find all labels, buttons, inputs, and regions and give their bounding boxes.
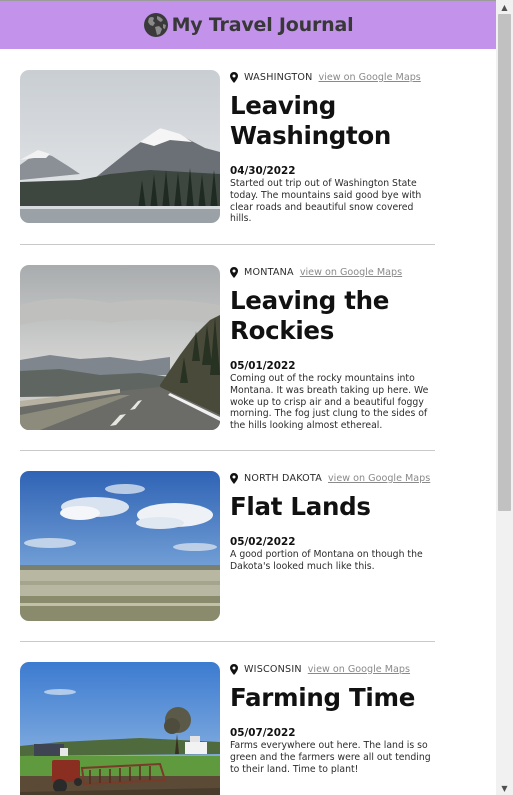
google-maps-link[interactable]: view on Google Maps bbox=[308, 664, 410, 675]
entry-title: Flat Lands bbox=[230, 492, 371, 521]
entry-description: Started out trip out of Washington State… bbox=[230, 178, 422, 225]
location-pin-icon bbox=[230, 71, 238, 83]
entry-photo-washington bbox=[20, 70, 220, 223]
google-maps-link[interactable]: view on Google Maps bbox=[319, 72, 421, 83]
entry-divider bbox=[20, 450, 435, 451]
entry-date: 04/30/2022 bbox=[230, 165, 296, 177]
location-line: MONTANA view on Google Maps bbox=[230, 265, 435, 279]
vertical-scrollbar[interactable]: ▲ ▼ bbox=[496, 0, 513, 795]
entry-description: A good portion of Montana on though the … bbox=[230, 549, 423, 572]
entry-date: 05/02/2022 bbox=[230, 536, 296, 548]
entry-title: Farming Time bbox=[230, 683, 416, 712]
entry-meta: NORTH DAKOTA view on Google Maps Flat La… bbox=[230, 471, 435, 573]
location-name: WISCONSIN bbox=[244, 663, 302, 675]
globe-icon bbox=[143, 13, 168, 37]
arrow-down-icon[interactable]: ▼ bbox=[496, 781, 513, 795]
location-line: NORTH DAKOTA view on Google Maps bbox=[230, 471, 435, 485]
google-maps-link[interactable]: view on Google Maps bbox=[300, 267, 402, 278]
location-pin-icon bbox=[230, 663, 238, 675]
entry-photo-wisconsin bbox=[20, 662, 220, 795]
location-pin-icon bbox=[230, 266, 238, 278]
entry-title: Leaving Washington bbox=[230, 91, 392, 150]
entry-photo-montana bbox=[20, 265, 220, 430]
location-line: WISCONSIN view on Google Maps bbox=[230, 662, 435, 676]
entry-meta: WISCONSIN view on Google Maps Farming Ti… bbox=[230, 662, 435, 775]
app-header: My Travel Journal bbox=[0, 1, 496, 49]
entry-date: 05/07/2022 bbox=[230, 727, 296, 739]
journal-feed[interactable]: WASHINGTON view on Google Maps Leaving W… bbox=[0, 49, 496, 795]
entry-title: Leaving the Rockies bbox=[230, 286, 390, 345]
entry-divider bbox=[20, 244, 435, 245]
arrow-up-icon[interactable]: ▲ bbox=[496, 0, 513, 14]
entry-meta: WASHINGTON view on Google Maps Leaving W… bbox=[230, 70, 435, 225]
location-name: WASHINGTON bbox=[244, 71, 313, 83]
location-name: NORTH DAKOTA bbox=[244, 472, 322, 484]
location-name: MONTANA bbox=[244, 266, 294, 278]
location-pin-icon bbox=[230, 472, 238, 484]
entry-description: Farms everywhere out here. The land is s… bbox=[230, 740, 431, 775]
entry-meta: MONTANA view on Google Maps Leaving the … bbox=[230, 265, 435, 432]
location-line: WASHINGTON view on Google Maps bbox=[230, 70, 435, 84]
entry-divider bbox=[20, 641, 435, 642]
scrollbar-thumb[interactable] bbox=[498, 14, 511, 511]
entry-description: Coming out of the rocky mountains into M… bbox=[230, 373, 429, 432]
google-maps-link[interactable]: view on Google Maps bbox=[328, 473, 430, 484]
app-title: My Travel Journal bbox=[171, 14, 354, 36]
entry-date: 05/01/2022 bbox=[230, 360, 296, 372]
entry-photo-north-dakota bbox=[20, 471, 220, 621]
